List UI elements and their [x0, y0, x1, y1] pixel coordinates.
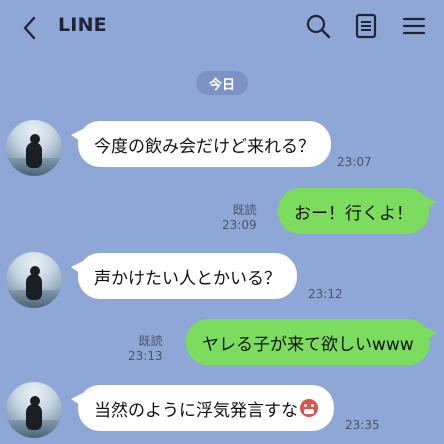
read-receipt: 既読 — [232, 203, 257, 217]
message-text: ヤレる子が来て欲しいwww — [202, 334, 414, 355]
message-bubble[interactable]: ヤレる子が来て欲しいwww — [186, 319, 437, 365]
notes-button[interactable] — [352, 12, 380, 40]
avatar[interactable] — [6, 382, 62, 438]
chat-title: LINE — [58, 14, 107, 36]
chevron-left-icon — [23, 16, 36, 40]
date-separator: 今日 — [196, 71, 248, 95]
search-button[interactable] — [304, 12, 332, 40]
message-meta: 既読 23:13 — [128, 334, 163, 364]
chat-header: LINE — [0, 0, 444, 56]
back-button[interactable] — [18, 14, 42, 42]
avatar[interactable] — [6, 120, 62, 176]
message-meta: 既読 23:09 — [222, 203, 257, 233]
notes-icon — [355, 13, 377, 39]
message-bubble[interactable]: 声かけたい人とかいる？ — [71, 253, 297, 299]
message-text: 今度の飲み会だけど来れる？ — [94, 136, 315, 157]
chat-screen: LINE 今日 今度の飲み会だけど来れる？ 23:07 既読 23:09 おー！… — [0, 0, 444, 444]
message-time: 23:07 — [337, 155, 372, 169]
message-bubble[interactable]: おー！行くよ！ — [278, 188, 436, 234]
message-text: おー！行くよ！ — [294, 203, 413, 224]
avatar[interactable] — [6, 252, 62, 308]
menu-icon — [402, 17, 426, 35]
message-time: 23:13 — [128, 349, 163, 363]
message-text: 声かけたい人とかいる？ — [94, 268, 281, 289]
angry-face-icon — [300, 399, 318, 417]
message-time: 23:12 — [308, 287, 343, 301]
search-icon — [306, 14, 331, 39]
message-text: 当然のように浮気発言すな — [94, 400, 298, 421]
message-time: 23:35 — [345, 418, 380, 432]
menu-button[interactable] — [400, 12, 428, 40]
message-time: 23:09 — [222, 218, 257, 232]
message-bubble[interactable]: 当然のように浮気発言すな — [71, 385, 334, 431]
message-bubble[interactable]: 今度の飲み会だけど来れる？ — [71, 121, 331, 167]
read-receipt: 既読 — [138, 334, 163, 348]
